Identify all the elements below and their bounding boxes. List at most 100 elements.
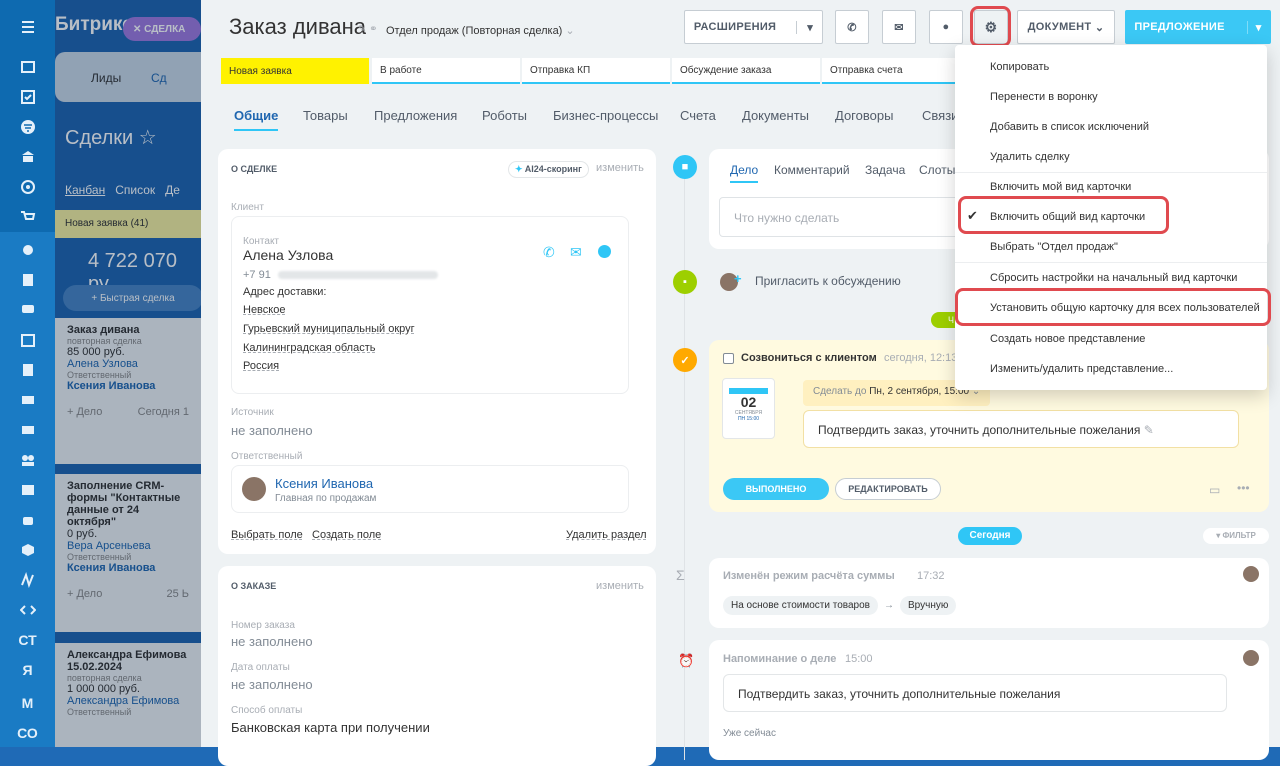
responsible-label: Ответственный xyxy=(231,451,303,462)
menu-item-add-exclusion[interactable]: Добавить в список исключений xyxy=(990,121,1149,133)
mail-icon: ✉ xyxy=(894,21,904,34)
chat-button[interactable]: ● xyxy=(929,10,963,44)
chat-icon[interactable] xyxy=(598,245,611,258)
done-button[interactable]: ВЫПОЛНЕНО xyxy=(723,478,829,500)
target-icon[interactable] xyxy=(0,172,55,202)
market-icon[interactable] xyxy=(0,565,55,595)
add-user-icon[interactable]: + xyxy=(734,271,742,286)
menu-item-delete-deal[interactable]: Удалить сделку xyxy=(990,151,1070,163)
tab-general[interactable]: Общие xyxy=(234,108,279,131)
menu-icon[interactable] xyxy=(0,12,55,42)
client-label: Клиент xyxy=(231,202,264,213)
payment-date-value[interactable]: не заполнено xyxy=(231,677,313,692)
cart-icon[interactable] xyxy=(0,202,55,232)
discussion-icon: ▪ xyxy=(673,270,697,294)
code-icon[interactable] xyxy=(0,595,55,625)
tab-invoices[interactable]: Счета xyxy=(680,108,716,123)
rail-text-so[interactable]: СО xyxy=(0,718,55,748)
delete-section-link[interactable]: Удалить раздел xyxy=(566,529,647,541)
menu-item-reset-settings[interactable]: Сбросить настройки на начальный вид карт… xyxy=(990,272,1237,284)
home-icon[interactable] xyxy=(0,52,55,82)
note-icon[interactable]: ▭ xyxy=(1209,483,1220,497)
filter-button[interactable]: ▾ ФИЛЬТР xyxy=(1203,528,1269,544)
tab-links[interactable]: Связи xyxy=(922,108,958,123)
invite-link[interactable]: Пригласить к обсуждению xyxy=(755,274,901,288)
edit-button[interactable]: РЕДАКТИРОВАТЬ xyxy=(835,478,941,500)
mail-button[interactable]: ✉ xyxy=(882,10,916,44)
history-item: Изменён режим расчёта суммы 17:32 На осн… xyxy=(709,558,1269,628)
source-value[interactable]: не заполнено xyxy=(231,423,313,438)
tab-activity[interactable]: Дело xyxy=(730,163,759,183)
chat-icon[interactable] xyxy=(0,295,55,325)
tab-documents[interactable]: Документы xyxy=(742,108,809,123)
responsible-block[interactable]: Ксения Иванова Главная по продажам xyxy=(231,465,629,513)
stage-send-kp[interactable]: Отправка КП xyxy=(522,58,670,84)
ai-scoring-button[interactable]: ✦ AI24-скоринг xyxy=(508,161,589,178)
puzzle-icon[interactable] xyxy=(0,235,55,265)
stage-in-work[interactable]: В работе xyxy=(372,58,520,84)
tab-robots[interactable]: Роботы xyxy=(482,108,527,123)
about-deal-card: О СДЕЛКЕ ✦ AI24-скоринг изменить Клиент … xyxy=(218,149,656,554)
change-link[interactable]: изменить xyxy=(596,580,644,592)
pipeline-selector[interactable]: Отдел продаж (Повторная сделка) ⌄ xyxy=(386,24,575,37)
task-title: Созвониться с клиентом xyxy=(741,352,877,364)
chevron-down-icon: ▾ xyxy=(796,20,813,34)
background-crm: Битрикс ✕ СДЕЛКА Лиды Сд Сделки ☆ Канбан… xyxy=(55,0,201,747)
offer-button[interactable]: ПРЕДЛОЖЕНИЕ ▾ xyxy=(1125,10,1271,44)
menu-item-edit-view[interactable]: Изменить/удалить представление... xyxy=(990,363,1173,375)
more-icon[interactable]: ••• xyxy=(1237,481,1250,495)
filter-icon[interactable] xyxy=(0,112,55,142)
tab-products[interactable]: Товары xyxy=(303,108,348,123)
rail-text-st[interactable]: СТ xyxy=(0,625,55,655)
email-icon[interactable]: ✉ xyxy=(570,244,582,261)
tab-task[interactable]: Задача xyxy=(865,163,905,177)
contacts-icon[interactable] xyxy=(0,475,55,505)
card-icon[interactable] xyxy=(0,385,55,415)
people-icon[interactable] xyxy=(0,445,55,475)
order-number-value[interactable]: не заполнено xyxy=(231,634,313,649)
edit-title-icon[interactable]: ✎ ⚭ xyxy=(358,24,378,35)
task-description[interactable]: Подтвердить заказ, уточнить дополнительн… xyxy=(803,410,1239,448)
bank-icon[interactable] xyxy=(0,142,55,172)
tab-slots[interactable]: Слоты xyxy=(919,163,955,177)
call-icon[interactable]: ✆ xyxy=(543,244,555,261)
phone-button[interactable]: ✆ xyxy=(835,10,869,44)
task-checkbox[interactable] xyxy=(723,353,734,364)
calendar-icon[interactable] xyxy=(0,325,55,355)
pick-field-link[interactable]: Выбрать поле xyxy=(231,529,303,541)
file-icon[interactable] xyxy=(0,355,55,385)
box-icon[interactable] xyxy=(0,535,55,565)
stage-new[interactable]: Новая заявка xyxy=(221,58,369,84)
rail-text-ya[interactable]: Я xyxy=(0,655,55,685)
left-rail: СТ Я М СО xyxy=(0,0,55,747)
stage-discussion[interactable]: Обсуждение заказа xyxy=(672,58,820,84)
task-time: сегодня, 12:13 xyxy=(884,352,958,364)
menu-item-my-view[interactable]: Включить мой вид карточки xyxy=(990,181,1131,193)
timeline-add-icon: ■ xyxy=(673,155,697,179)
menu-item-choose-sales[interactable]: Выбрать "Отдел продаж" xyxy=(990,241,1118,253)
menu-item-copy[interactable]: Копировать xyxy=(990,61,1049,73)
rail-text-m[interactable]: М xyxy=(0,688,55,718)
tab-contracts[interactable]: Договоры xyxy=(835,108,893,123)
tab-comment[interactable]: Комментарий xyxy=(774,163,850,177)
document-button[interactable]: ДОКУМЕНТ ⌄ xyxy=(1017,10,1115,44)
tab-bizproc[interactable]: Бизнес-процессы xyxy=(553,108,658,123)
mail-icon[interactable] xyxy=(0,415,55,445)
change-link[interactable]: изменить xyxy=(596,162,644,174)
menu-item-move-funnel[interactable]: Перенести в воронку xyxy=(990,91,1098,103)
contact-name[interactable]: Алена Узлова xyxy=(243,247,333,263)
create-field-link[interactable]: Создать поле xyxy=(312,529,381,541)
extensions-button[interactable]: РАСШИРЕНИЯ ▾ xyxy=(684,10,823,44)
deal-title[interactable]: Заказ дивана xyxy=(229,14,366,40)
check-icon[interactable] xyxy=(0,82,55,112)
address-line: Гурьевский муниципальный округ xyxy=(243,323,415,335)
tab-offers[interactable]: Предложения xyxy=(374,108,457,123)
menu-item-create-view[interactable]: Создать новое представление xyxy=(990,333,1145,345)
stage-send-invoice[interactable]: Отправка счета xyxy=(822,58,970,84)
robot-icon[interactable] xyxy=(0,505,55,535)
payment-method-value[interactable]: Банковская карта при получении xyxy=(231,720,430,735)
contact-phone[interactable]: +7 91 xyxy=(243,269,271,281)
document-icon[interactable] xyxy=(0,265,55,295)
common-view-highlight xyxy=(958,196,1169,234)
chevron-down-icon: ▾ xyxy=(1246,20,1262,34)
